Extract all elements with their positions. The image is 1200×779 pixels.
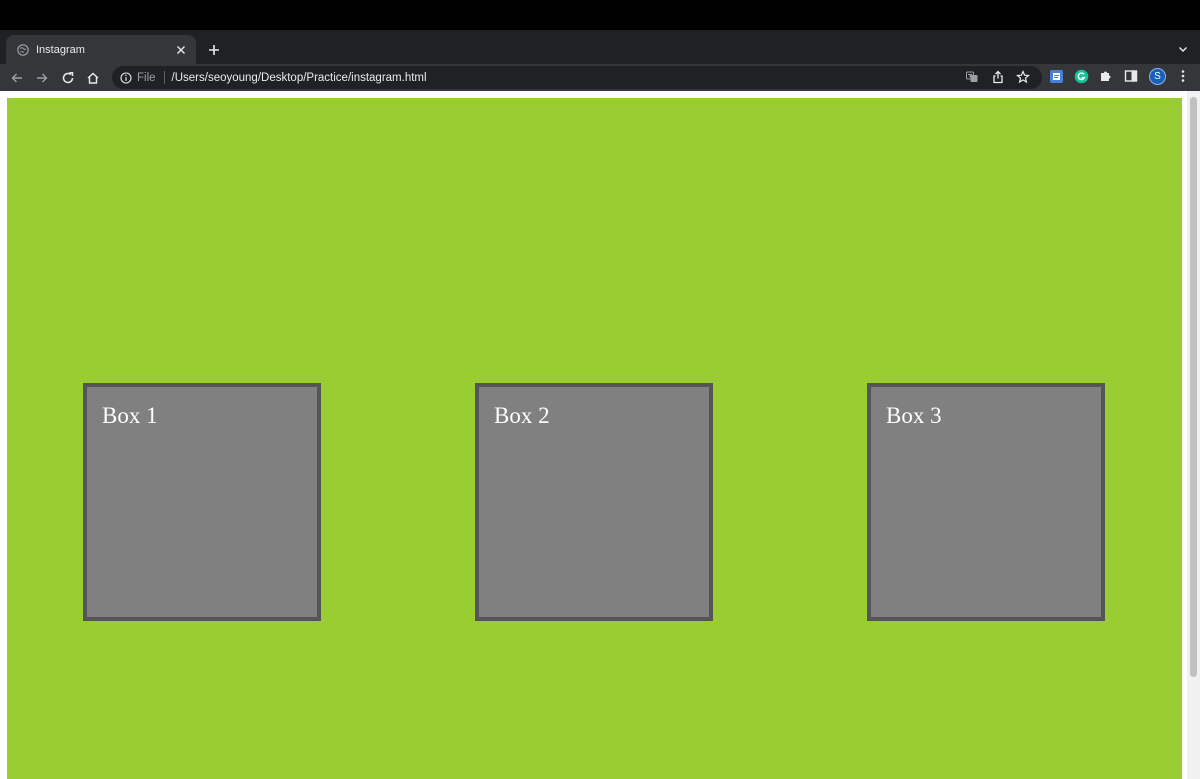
home-icon[interactable] [84,69,102,87]
star-icon[interactable] [1015,69,1031,85]
puzzle-icon[interactable] [1098,68,1114,84]
reload-icon[interactable] [59,69,77,87]
avatar[interactable]: S [1149,68,1166,85]
vertical-scrollbar[interactable] [1187,91,1200,779]
box-label: Box 3 [886,403,942,428]
address-bar[interactable]: File /Users/seoyoung/Desktop/Practice/in… [112,66,1042,89]
page-viewport: Box 1 Box 2 Box 3 [0,91,1200,779]
omnibox-divider [163,71,165,84]
share-icon[interactable] [990,69,1006,85]
tab-instagram[interactable]: Instagram [6,35,196,64]
url-text[interactable]: /Users/seoyoung/Desktop/Practice/instagr… [172,72,427,84]
url-scheme-label: File [137,71,156,84]
box-label: Box 2 [494,403,550,428]
toolbar: File /Users/seoyoung/Desktop/Practice/in… [0,64,1200,91]
box-2: Box 2 [475,383,713,621]
browser-window: Instagram File /Users/seoyoung/Desktop/P… [0,0,1200,779]
translate-icon[interactable] [964,69,980,85]
chevron-down-icon[interactable] [1175,41,1191,57]
title-bar [0,0,1200,30]
grammarly-icon[interactable] [1073,68,1089,84]
arrow-right-icon[interactable] [33,69,51,87]
side-panel-icon[interactable] [1123,68,1139,84]
plus-icon[interactable] [205,41,223,59]
box-label: Box 1 [102,403,158,428]
scrollbar-thumb[interactable] [1190,97,1197,677]
page-body: Box 1 Box 2 Box 3 [7,98,1182,779]
box-1: Box 1 [83,383,321,621]
tab-strip: Instagram [0,30,1200,64]
box-3: Box 3 [867,383,1105,621]
docs-extension-icon[interactable] [1048,68,1064,84]
globe-icon [17,43,29,56]
close-icon[interactable] [174,43,188,57]
tab-title: Instagram [36,43,85,56]
info-icon[interactable] [120,71,132,84]
kebab-menu-icon[interactable] [1175,68,1191,84]
arrow-left-icon[interactable] [8,69,26,87]
